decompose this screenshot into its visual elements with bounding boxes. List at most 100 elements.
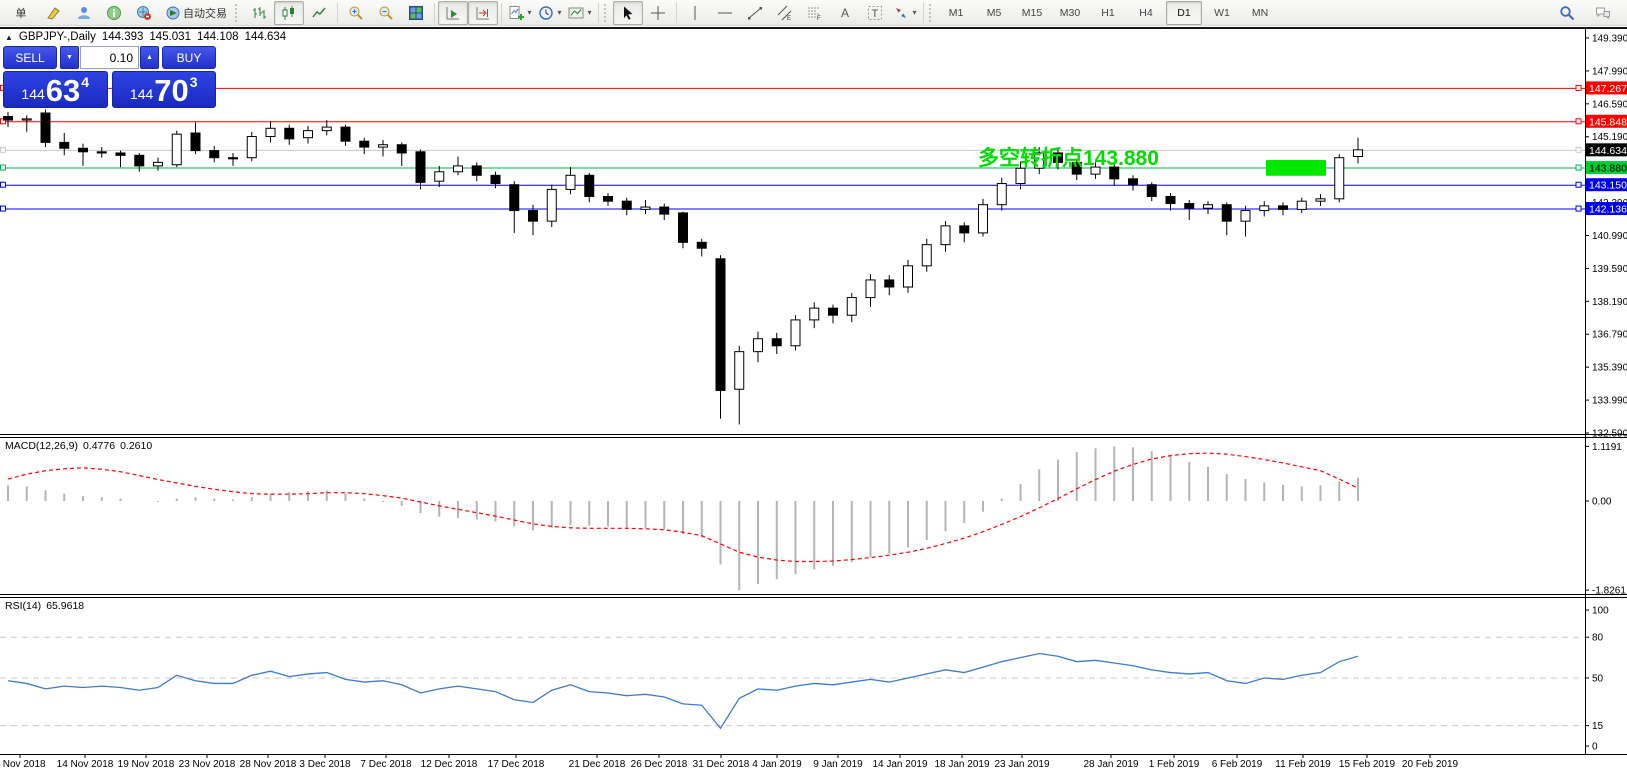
svg-text:F: F xyxy=(817,16,821,21)
auto-scroll-icon xyxy=(445,5,461,21)
candle-body xyxy=(697,242,706,248)
price-badge-label: 147.267 xyxy=(1589,83,1627,95)
rsi-indicator-label: RSI(14)65.9618 xyxy=(5,600,84,612)
toolbar-right xyxy=(1552,1,1624,25)
chart-shift-button[interactable] xyxy=(468,1,498,25)
zoom-out-icon xyxy=(378,5,394,21)
ohlc-high: 145.031 xyxy=(149,31,191,43)
candle-body xyxy=(641,207,650,209)
candle-body xyxy=(60,142,69,148)
community-button[interactable] xyxy=(69,1,99,25)
line-chart-button[interactable] xyxy=(304,1,334,25)
sell-button[interactable]: SELL xyxy=(3,46,57,69)
new-order-button[interactable]: 单 xyxy=(3,1,39,25)
macd-signal-value: 0.2610 xyxy=(120,440,152,452)
fibonacci-button[interactable]: F xyxy=(800,1,830,25)
candle-body xyxy=(1204,205,1213,209)
timeframe-mn-button[interactable]: MN xyxy=(1242,1,1278,25)
price-tick-label: 135.390 xyxy=(1592,363,1627,374)
level-right-marker[interactable] xyxy=(1576,119,1581,124)
timeframe-m5-button[interactable]: M5 xyxy=(976,1,1012,25)
main-toolbar: 单 自动交易 ▾ xyxy=(0,0,1627,26)
pivot-annotation-text[interactable]: 多空转折点143.880 xyxy=(978,146,1159,170)
channel-button[interactable]: E xyxy=(770,1,800,25)
candle-body xyxy=(229,158,238,159)
shapes-button[interactable]: ▾ xyxy=(890,1,920,25)
timeframe-h4-button[interactable]: H4 xyxy=(1128,1,1164,25)
candle-body xyxy=(4,117,13,121)
level-left-marker[interactable] xyxy=(1,165,6,170)
styler-button[interactable] xyxy=(39,1,69,25)
crosshair-button[interactable] xyxy=(643,1,673,25)
timeframe-h1-button[interactable]: H1 xyxy=(1090,1,1126,25)
level-left-marker[interactable] xyxy=(1,182,6,187)
volume-decrease-button[interactable]: ▼ xyxy=(60,46,79,69)
panel-separator[interactable] xyxy=(0,597,1627,598)
chart-canvas[interactable]: 多空转折点143.880 149.390147.990146.590145.190… xyxy=(0,0,1627,771)
candle-body xyxy=(979,205,988,233)
level-right-marker[interactable] xyxy=(1576,147,1581,152)
dropdown-caret-icon: ▾ xyxy=(912,8,916,17)
trendline-button[interactable] xyxy=(740,1,770,25)
timeframe-w1-button[interactable]: W1 xyxy=(1204,1,1240,25)
text-button[interactable]: A xyxy=(830,1,860,25)
auto-scroll-button[interactable] xyxy=(438,1,468,25)
chat-button[interactable] xyxy=(1588,1,1618,25)
level-right-marker[interactable] xyxy=(1576,182,1581,187)
time-tick-label: 9 Nov 2018 xyxy=(0,759,46,770)
timeframe-d1-button[interactable]: D1 xyxy=(1166,1,1202,25)
highlight-rectangle[interactable] xyxy=(1266,160,1326,176)
panel-separator[interactable] xyxy=(0,434,1627,435)
autotrade-button[interactable]: 自动交易 xyxy=(159,1,233,25)
candlestick-chart-button[interactable] xyxy=(274,1,304,25)
tile-windows-button[interactable] xyxy=(401,1,431,25)
period-clock-button[interactable]: ▾ xyxy=(535,1,565,25)
price-axis[interactable]: 149.390147.990146.590145.190143.790142.3… xyxy=(1585,34,1627,753)
cursor-button[interactable] xyxy=(613,1,643,25)
zoom-in-button[interactable] xyxy=(341,1,371,25)
text-label-button[interactable]: T xyxy=(860,1,890,25)
level-left-marker[interactable] xyxy=(1,206,6,211)
candle-body xyxy=(135,155,144,166)
add-indicator-button[interactable]: ▾ xyxy=(505,1,535,25)
search-button[interactable] xyxy=(1552,1,1582,25)
candle-body xyxy=(960,226,969,233)
chart-title: ▲ GBPJPY-,Daily 144.393 145.031 144.108 … xyxy=(5,31,286,43)
timeframe-m1-button[interactable]: M1 xyxy=(938,1,974,25)
candle-body xyxy=(885,280,894,287)
info-button[interactable] xyxy=(99,1,129,25)
horizontal-line-button[interactable] xyxy=(710,1,740,25)
toolbar-separator xyxy=(598,3,599,23)
price-tick-label: 149.390 xyxy=(1592,34,1627,45)
panel-separator[interactable] xyxy=(0,594,1627,595)
collapse-panel-icon[interactable]: ▲ xyxy=(5,33,13,42)
volume-increase-button[interactable]: ▲ xyxy=(140,46,159,69)
candle-body xyxy=(210,151,219,158)
candle-body xyxy=(397,145,406,153)
candle-body xyxy=(1260,206,1269,211)
chart-template-button[interactable]: ▾ xyxy=(565,1,595,25)
zoom-out-button[interactable] xyxy=(371,1,401,25)
timeframe-m15-button[interactable]: M15 xyxy=(1014,1,1050,25)
caret-down-icon: ▼ xyxy=(66,54,73,61)
vertical-line-button[interactable] xyxy=(680,1,710,25)
panel-separator[interactable] xyxy=(0,437,1627,438)
rsi-value: 65.9618 xyxy=(46,600,84,612)
price-badge-label: 145.848 xyxy=(1589,116,1627,128)
candle-body xyxy=(116,153,125,155)
candle-body xyxy=(1147,185,1156,197)
chat-icon xyxy=(1595,5,1611,21)
market-button[interactable] xyxy=(129,1,159,25)
volume-input[interactable]: 0.10 xyxy=(80,46,139,69)
level-left-marker[interactable] xyxy=(1,147,6,152)
level-right-marker[interactable] xyxy=(1576,165,1581,170)
time-axis[interactable]: 9 Nov 201814 Nov 201819 Nov 201823 Nov 2… xyxy=(0,754,1459,770)
buy-button[interactable]: BUY xyxy=(162,46,216,69)
bar-chart-button[interactable] xyxy=(244,1,274,25)
text-icon: A xyxy=(837,5,853,21)
timeframe-m30-button[interactable]: M30 xyxy=(1052,1,1088,25)
level-right-marker[interactable] xyxy=(1576,206,1581,211)
trendline-icon xyxy=(747,5,763,21)
candle-body xyxy=(829,308,838,315)
level-right-marker[interactable] xyxy=(1576,85,1581,90)
